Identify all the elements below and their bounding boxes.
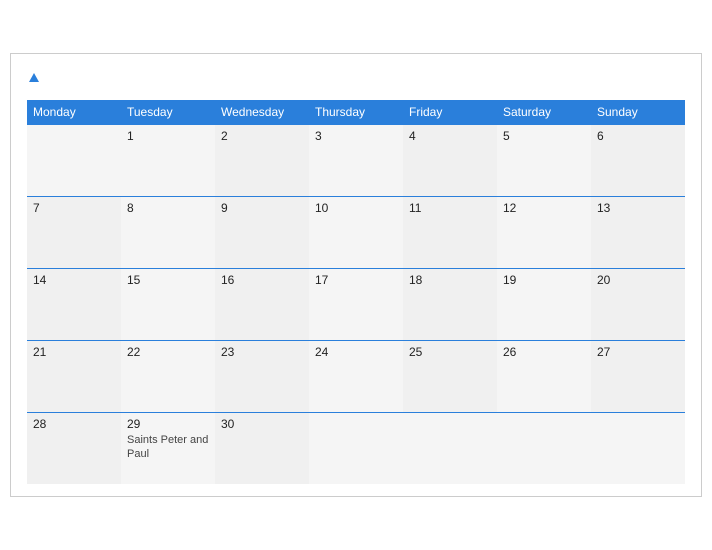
weekday-header-thursday: Thursday xyxy=(309,100,403,125)
weekday-header-wednesday: Wednesday xyxy=(215,100,309,125)
logo-general xyxy=(27,70,39,88)
calendar-cell: 9 xyxy=(215,196,309,268)
day-number: 21 xyxy=(33,345,115,359)
calendar-cell xyxy=(27,124,121,196)
day-number: 25 xyxy=(409,345,491,359)
weekday-header-saturday: Saturday xyxy=(497,100,591,125)
calendar-wrapper: MondayTuesdayWednesdayThursdayFridaySatu… xyxy=(10,53,702,497)
calendar-cell xyxy=(591,412,685,484)
calendar-cell: 2 xyxy=(215,124,309,196)
day-number: 30 xyxy=(221,417,303,431)
week-row-1: 123456 xyxy=(27,124,685,196)
week-row-5: 28 29 Saints Peter and Paul 30 xyxy=(27,412,685,484)
calendar-cell: 30 xyxy=(215,412,309,484)
calendar-cell: 24 xyxy=(309,340,403,412)
calendar-cell: 17 xyxy=(309,268,403,340)
day-number: 2 xyxy=(221,129,303,143)
day-number: 24 xyxy=(315,345,397,359)
day-number: 29 xyxy=(127,417,209,431)
day-number: 12 xyxy=(503,201,585,215)
calendar-grid: MondayTuesdayWednesdayThursdayFridaySatu… xyxy=(27,100,685,485)
calendar-cell: 3 xyxy=(309,124,403,196)
day-number: 19 xyxy=(503,273,585,287)
weekday-header-friday: Friday xyxy=(403,100,497,125)
week-row-2: 789 10 11 12 13 xyxy=(27,196,685,268)
weekday-header-tuesday: Tuesday xyxy=(121,100,215,125)
day-number: 20 xyxy=(597,273,679,287)
weekday-header-sunday: Sunday xyxy=(591,100,685,125)
day-number: 17 xyxy=(315,273,397,287)
calendar-cell: 23 xyxy=(215,340,309,412)
calendar-cell: 12 xyxy=(497,196,591,268)
day-number: 27 xyxy=(597,345,679,359)
day-number: 4 xyxy=(409,129,491,143)
calendar-cell: 19 xyxy=(497,268,591,340)
calendar-cell: 16 xyxy=(215,268,309,340)
calendar-cell: 29 Saints Peter and Paul xyxy=(121,412,215,484)
calendar-cell: 20 xyxy=(591,268,685,340)
calendar-cell: 14 xyxy=(27,268,121,340)
weekday-row: MondayTuesdayWednesdayThursdayFridaySatu… xyxy=(27,100,685,125)
week-row-4: 21 22 23 24 25 26 27 xyxy=(27,340,685,412)
weekday-header-monday: Monday xyxy=(27,100,121,125)
day-number: 18 xyxy=(409,273,491,287)
day-number: 11 xyxy=(409,201,491,215)
event-label: Saints Peter and Paul xyxy=(127,433,209,462)
calendar-cell: 6 xyxy=(591,124,685,196)
day-number: 23 xyxy=(221,345,303,359)
calendar-cell: 22 xyxy=(121,340,215,412)
calendar-cell: 21 xyxy=(27,340,121,412)
calendar-header xyxy=(27,70,685,88)
day-number: 22 xyxy=(127,345,209,359)
calendar-weekday-header: MondayTuesdayWednesdayThursdayFridaySatu… xyxy=(27,100,685,125)
calendar-cell xyxy=(309,412,403,484)
calendar-body: 1234567891011121314151617181920212223242… xyxy=(27,124,685,484)
day-number: 9 xyxy=(221,201,303,215)
calendar-cell: 27 xyxy=(591,340,685,412)
day-number: 26 xyxy=(503,345,585,359)
calendar-cell: 5 xyxy=(497,124,591,196)
day-number: 10 xyxy=(315,201,397,215)
day-number: 3 xyxy=(315,129,397,143)
calendar-cell: 26 xyxy=(497,340,591,412)
calendar-cell xyxy=(497,412,591,484)
day-number: 5 xyxy=(503,129,585,143)
day-number: 7 xyxy=(33,201,115,215)
day-number: 13 xyxy=(597,201,679,215)
logo-triangle-icon xyxy=(29,73,39,82)
calendar-cell: 18 xyxy=(403,268,497,340)
day-number: 14 xyxy=(33,273,115,287)
calendar-cell: 28 xyxy=(27,412,121,484)
calendar-cell: 7 xyxy=(27,196,121,268)
calendar-cell: 25 xyxy=(403,340,497,412)
day-number: 15 xyxy=(127,273,209,287)
day-number: 28 xyxy=(33,417,115,431)
calendar-cell: 15 xyxy=(121,268,215,340)
day-number: 16 xyxy=(221,273,303,287)
calendar-cell: 4 xyxy=(403,124,497,196)
calendar-cell: 8 xyxy=(121,196,215,268)
day-number: 6 xyxy=(597,129,679,143)
day-number: 1 xyxy=(127,129,209,143)
calendar-cell: 13 xyxy=(591,196,685,268)
calendar-cell: 10 xyxy=(309,196,403,268)
calendar-cell: 1 xyxy=(121,124,215,196)
calendar-cell xyxy=(403,412,497,484)
day-number: 8 xyxy=(127,201,209,215)
week-row-3: 14 15 16 17 18 19 20 xyxy=(27,268,685,340)
logo-area xyxy=(27,70,39,88)
calendar-cell: 11 xyxy=(403,196,497,268)
